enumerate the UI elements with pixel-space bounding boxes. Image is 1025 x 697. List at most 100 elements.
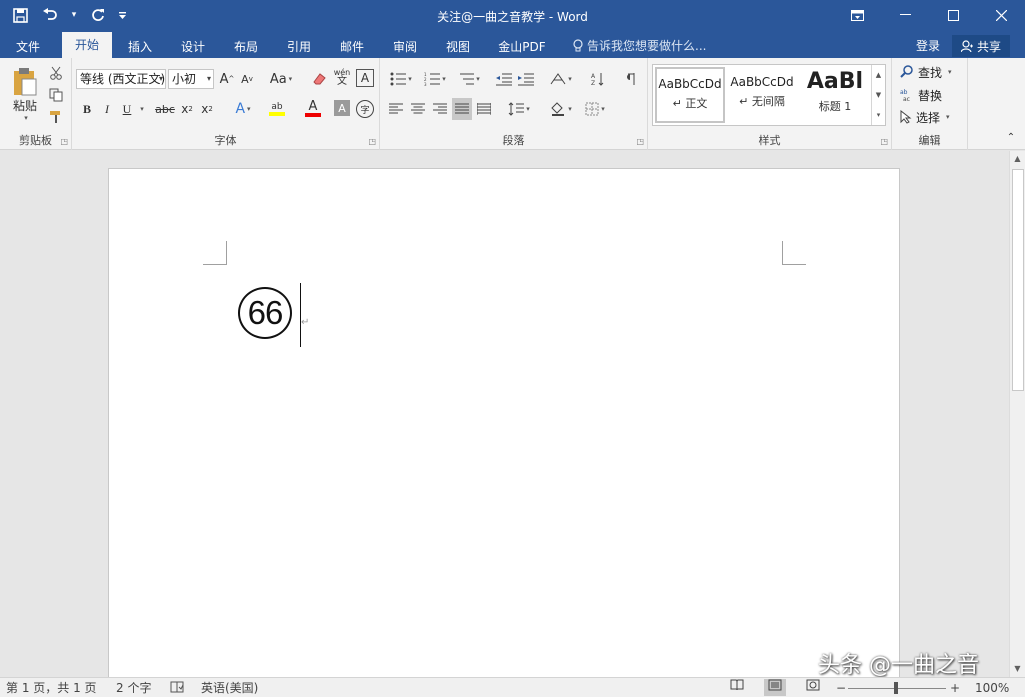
tab-file[interactable]: 文件 xyxy=(4,36,52,58)
styles-up-icon[interactable]: ▲ xyxy=(872,65,885,85)
style-no-spacing-name: ↵ 无间隔 xyxy=(739,95,785,108)
ribbon-display-options-icon[interactable] xyxy=(833,0,881,30)
tab-home[interactable]: 开始 xyxy=(62,32,112,58)
text-cursor xyxy=(300,283,301,347)
zoom-in-button[interactable]: + xyxy=(950,680,960,696)
format-painter-icon[interactable] xyxy=(46,106,66,128)
tab-mailings[interactable]: 邮件 xyxy=(328,36,376,58)
font-size-combo[interactable]: 小初 ▾ xyxy=(168,69,214,89)
style-normal-sample: AaBbCcDd xyxy=(658,77,722,91)
read-mode-icon[interactable] xyxy=(726,679,748,696)
align-left-icon[interactable] xyxy=(386,98,406,120)
replace-label: 替换 xyxy=(918,88,943,103)
find-button[interactable]: 查找 ▾ xyxy=(900,62,952,82)
show-hide-marks-icon[interactable] xyxy=(620,68,640,90)
character-shading-button[interactable]: A xyxy=(334,100,350,116)
borders-button[interactable]: ▾ xyxy=(580,98,610,120)
select-label: 选择 xyxy=(916,110,941,125)
paste-button[interactable]: 粘贴 ▾ xyxy=(6,62,44,126)
tab-layout[interactable]: 布局 xyxy=(222,36,270,58)
zoom-out-button[interactable]: − xyxy=(836,680,846,696)
paragraph-launcher-icon[interactable]: ◳ xyxy=(636,137,644,146)
sort-icon[interactable]: AZ xyxy=(588,68,608,90)
font-launcher-icon[interactable]: ◳ xyxy=(368,137,376,146)
clipboard-launcher-icon[interactable]: ◳ xyxy=(60,137,68,146)
superscript-button[interactable]: x2 xyxy=(198,98,216,120)
italic-button[interactable]: I xyxy=(98,98,116,120)
language-indicator[interactable]: 英语(美国) xyxy=(201,680,258,696)
style-normal[interactable]: AaBbCcDd ↵ 正文 xyxy=(655,67,725,123)
web-layout-icon[interactable] xyxy=(802,679,824,696)
copy-icon[interactable] xyxy=(46,84,66,106)
tab-kingsoft-pdf[interactable]: 金山PDF xyxy=(490,36,554,58)
align-center-icon[interactable] xyxy=(408,98,428,120)
align-right-icon[interactable] xyxy=(430,98,450,120)
strikethrough-button[interactable]: abc xyxy=(152,98,178,120)
bullets-button[interactable]: ▾ xyxy=(386,68,416,90)
cut-icon[interactable] xyxy=(46,62,66,84)
select-button[interactable]: 选择 ▾ xyxy=(900,107,950,127)
page-count[interactable]: 第 1 页，共 1 页 xyxy=(6,680,97,696)
bold-button[interactable]: B xyxy=(78,98,96,120)
tab-review[interactable]: 审阅 xyxy=(381,36,429,58)
print-layout-icon[interactable] xyxy=(764,679,786,696)
decrease-indent-icon[interactable] xyxy=(494,68,514,90)
zoom-level[interactable]: 100% xyxy=(975,680,1009,696)
proofing-icon[interactable] xyxy=(170,680,184,697)
increase-indent-icon[interactable] xyxy=(516,68,536,90)
find-label: 查找 xyxy=(918,65,943,80)
style-heading-1[interactable]: AaBl 标题 1 xyxy=(799,67,871,123)
underline-dropdown-icon[interactable]: ▾ xyxy=(136,98,146,120)
enclose-characters-button[interactable]: 字 xyxy=(356,100,374,118)
change-case-button[interactable]: Aa ▾ xyxy=(266,68,296,90)
login-link[interactable]: 登录 xyxy=(916,36,940,56)
minimize-icon[interactable] xyxy=(881,0,929,30)
share-button[interactable]: 共享 xyxy=(952,35,1010,57)
phonetic-guide-button[interactable]: wén 文 xyxy=(332,66,352,88)
subscript-button[interactable]: x2 xyxy=(178,98,196,120)
scroll-up-icon[interactable]: ▲ xyxy=(1010,151,1025,167)
tab-references[interactable]: 引用 xyxy=(275,36,323,58)
enclosed-character[interactable]: 66 xyxy=(238,287,292,339)
font-name-combo[interactable]: 等线 (西文正文) ▾ xyxy=(76,69,166,89)
document-page[interactable]: 66 ↵ xyxy=(108,168,900,677)
chinese-layout-button[interactable]: ▾ xyxy=(546,68,576,90)
replace-button[interactable]: ab ac 替换 xyxy=(900,85,942,105)
tab-view[interactable]: 视图 xyxy=(434,36,482,58)
close-icon[interactable] xyxy=(977,0,1025,30)
lightbulb-icon xyxy=(573,39,583,52)
character-border-button[interactable]: A xyxy=(356,69,374,87)
collapse-ribbon-icon[interactable]: ⌃ xyxy=(1003,130,1019,144)
line-spacing-button[interactable]: ▾ xyxy=(504,98,534,120)
numbering-button[interactable]: 1 2 3 ▾ xyxy=(420,68,450,90)
style-no-spacing[interactable]: AaBbCcDd ↵ 无间隔 xyxy=(727,67,797,123)
svg-text:ab: ab xyxy=(900,89,908,96)
vertical-scrollbar[interactable]: ▲ ▼ xyxy=(1009,151,1025,677)
scroll-down-icon[interactable]: ▼ xyxy=(1010,661,1025,677)
clear-formatting-icon[interactable] xyxy=(310,68,328,90)
word-count[interactable]: 2 个字 xyxy=(116,680,151,696)
shrink-font-button[interactable]: Av xyxy=(238,68,256,90)
style-normal-name: ↵ 正文 xyxy=(672,97,708,110)
maximize-icon[interactable] xyxy=(929,0,977,30)
tell-me-search[interactable]: 告诉我您想要做什么... xyxy=(573,36,706,56)
grow-font-button[interactable]: A ^ xyxy=(218,68,236,90)
font-color-button[interactable]: A xyxy=(298,98,328,120)
multilevel-list-button[interactable]: ▾ xyxy=(454,68,484,90)
tab-design[interactable]: 设计 xyxy=(169,36,217,58)
scroll-thumb[interactable] xyxy=(1012,169,1024,391)
editing-group-label: 编辑 xyxy=(918,134,941,147)
justify-icon[interactable] xyxy=(452,98,472,120)
tab-insert[interactable]: 插入 xyxy=(116,36,164,58)
styles-launcher-icon[interactable]: ◳ xyxy=(880,137,888,146)
svg-text:Z: Z xyxy=(591,80,595,86)
styles-down-icon[interactable]: ▼ xyxy=(872,85,885,105)
distributed-icon[interactable] xyxy=(474,98,494,120)
text-effects-button[interactable]: A ▾ xyxy=(228,98,258,120)
underline-button[interactable]: U xyxy=(118,98,136,120)
shading-icon xyxy=(551,102,565,116)
zoom-slider-thumb[interactable] xyxy=(894,682,898,694)
styles-more-icon[interactable]: ▾ xyxy=(872,105,885,125)
highlight-button[interactable]: ab xyxy=(262,98,292,120)
shading-button[interactable]: ▾ xyxy=(546,98,576,120)
